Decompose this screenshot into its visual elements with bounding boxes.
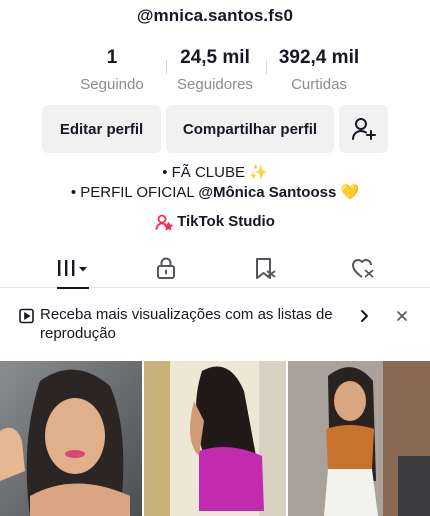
videos-grid-icon xyxy=(58,260,87,276)
stat-divider xyxy=(166,60,167,74)
tab-saved[interactable] xyxy=(235,248,295,288)
studio-user-icon xyxy=(155,214,174,231)
video-thumbnail-image xyxy=(0,361,142,516)
playlist-banner-text: Receba mais visualizações com as listas … xyxy=(40,306,333,342)
saved-icon xyxy=(256,258,276,279)
bio-line-2: • PERFIL OFICIAL @Mônica Santooss 💛 xyxy=(0,183,430,203)
followers-stat[interactable]: 24,5 mil Seguidores xyxy=(172,46,258,94)
close-icon[interactable] xyxy=(395,308,409,324)
following-label: Seguindo xyxy=(80,76,144,93)
profile-username: @mnica.santos.fs0 xyxy=(136,6,294,25)
following-stat[interactable]: 1 Seguindo xyxy=(70,46,154,94)
bio-line-2-prefix: • PERFIL OFICIAL xyxy=(70,184,199,201)
likes-count: 392,4 mil xyxy=(278,47,360,68)
likes-stat[interactable]: 392,4 mil Curtidas xyxy=(270,46,368,94)
tab-liked[interactable] xyxy=(333,248,393,288)
chevron-right-icon[interactable] xyxy=(357,308,371,324)
stat-divider xyxy=(266,60,267,74)
liked-icon xyxy=(352,259,374,278)
edit-profile-button[interactable]: Editar perfil xyxy=(42,105,161,153)
tab-videos[interactable] xyxy=(43,248,103,289)
bio-mention-link[interactable]: @Mônica Santooss xyxy=(198,184,336,201)
video-thumbnail[interactable] xyxy=(144,361,286,516)
bio-emoji: 💛 xyxy=(336,184,360,201)
profile-tabs xyxy=(0,248,430,289)
profile-stats: 1 Seguindo 24,5 mil Seguidores 392,4 mil… xyxy=(0,46,430,96)
video-thumbnail-image xyxy=(144,361,286,516)
bio-line-1: • FÃ CLUBE ✨ xyxy=(162,164,268,181)
add-friend-button[interactable] xyxy=(339,105,388,153)
tab-private[interactable] xyxy=(136,248,196,288)
followers-count: 24,5 mil xyxy=(180,47,250,68)
tiktok-studio-link[interactable]: TikTok Studio xyxy=(0,212,430,232)
share-profile-button[interactable]: Compartilhar perfil xyxy=(166,105,334,153)
studio-label: TikTok Studio xyxy=(177,213,275,230)
playlist-banner[interactable]: Receba mais visualizações com as listas … xyxy=(0,297,430,353)
video-grid xyxy=(0,361,430,516)
followers-label: Seguidores xyxy=(177,76,253,93)
playlist-icon xyxy=(19,308,34,324)
add-user-icon xyxy=(351,118,376,140)
video-thumbnail[interactable] xyxy=(288,361,430,516)
likes-label: Curtidas xyxy=(291,76,347,93)
video-thumbnail[interactable] xyxy=(0,361,142,516)
video-thumbnail-image xyxy=(288,361,430,516)
following-count: 1 xyxy=(106,47,118,68)
lock-icon xyxy=(157,257,175,279)
